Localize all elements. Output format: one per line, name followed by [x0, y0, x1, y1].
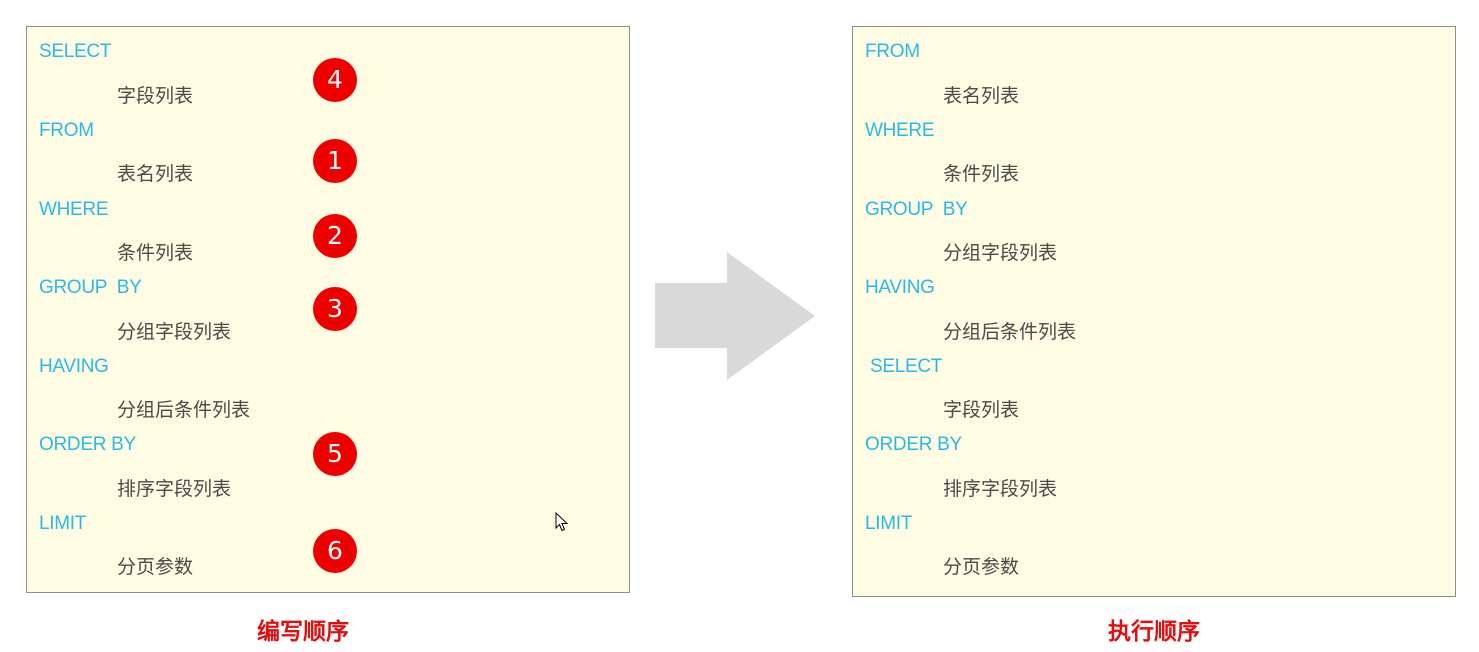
description-where: 条件列表: [943, 163, 1020, 185]
description-limit: 分页参数: [117, 556, 194, 578]
description-select: 字段列表: [117, 85, 194, 107]
step-badge-3: 3: [313, 287, 357, 331]
keyword-from: FROM: [865, 41, 920, 62]
keyword-group-by: GROUP BY: [39, 277, 142, 298]
arrow-right-icon: [655, 252, 815, 380]
keyword-limit: LIMIT: [865, 513, 913, 534]
step-badge-1: 1: [313, 139, 357, 183]
mouse-pointer-icon: [555, 512, 569, 532]
description-order-by: 排序字段列表: [117, 478, 232, 500]
keyword-having: HAVING: [39, 356, 109, 377]
description-order-by: 排序字段列表: [943, 478, 1058, 500]
description-where: 条件列表: [117, 242, 194, 264]
keyword-where: WHERE: [39, 199, 109, 220]
execution-order-caption: 执行顺序: [1108, 619, 1200, 645]
keyword-having: HAVING: [865, 277, 935, 298]
keyword-from: FROM: [39, 120, 94, 141]
step-badge-4: 4: [313, 58, 357, 102]
writing-order-caption: 编写顺序: [257, 619, 349, 645]
step-badge-5: 5: [313, 432, 357, 476]
step-badge-6: 6: [313, 529, 357, 573]
keyword-where: WHERE: [865, 120, 935, 141]
keyword-limit: LIMIT: [39, 513, 87, 534]
description-limit: 分页参数: [943, 556, 1020, 578]
keyword-order-by: ORDER BY: [865, 434, 962, 455]
description-having: 分组后条件列表: [117, 399, 251, 421]
description-having: 分组后条件列表: [943, 321, 1077, 343]
keyword-select: SELECT: [865, 356, 943, 377]
description-from: 表名列表: [117, 163, 194, 185]
description-group-by: 分组字段列表: [943, 242, 1058, 264]
description-select: 字段列表: [943, 399, 1020, 421]
description-group-by: 分组字段列表: [117, 321, 232, 343]
execution-order-box: FROM 表名列表 WHERE 条件列表 GROUP BY 分组字段列表 HAV…: [852, 26, 1456, 597]
keyword-select: SELECT: [39, 41, 112, 62]
keyword-order-by: ORDER BY: [39, 434, 136, 455]
step-badge-2: 2: [313, 214, 357, 258]
description-from: 表名列表: [943, 85, 1020, 107]
keyword-group-by: GROUP BY: [865, 199, 968, 220]
writing-order-box: SELECT 字段列表 4 FROM 表名列表 1 WHERE 条件列表 2 G…: [26, 26, 630, 593]
